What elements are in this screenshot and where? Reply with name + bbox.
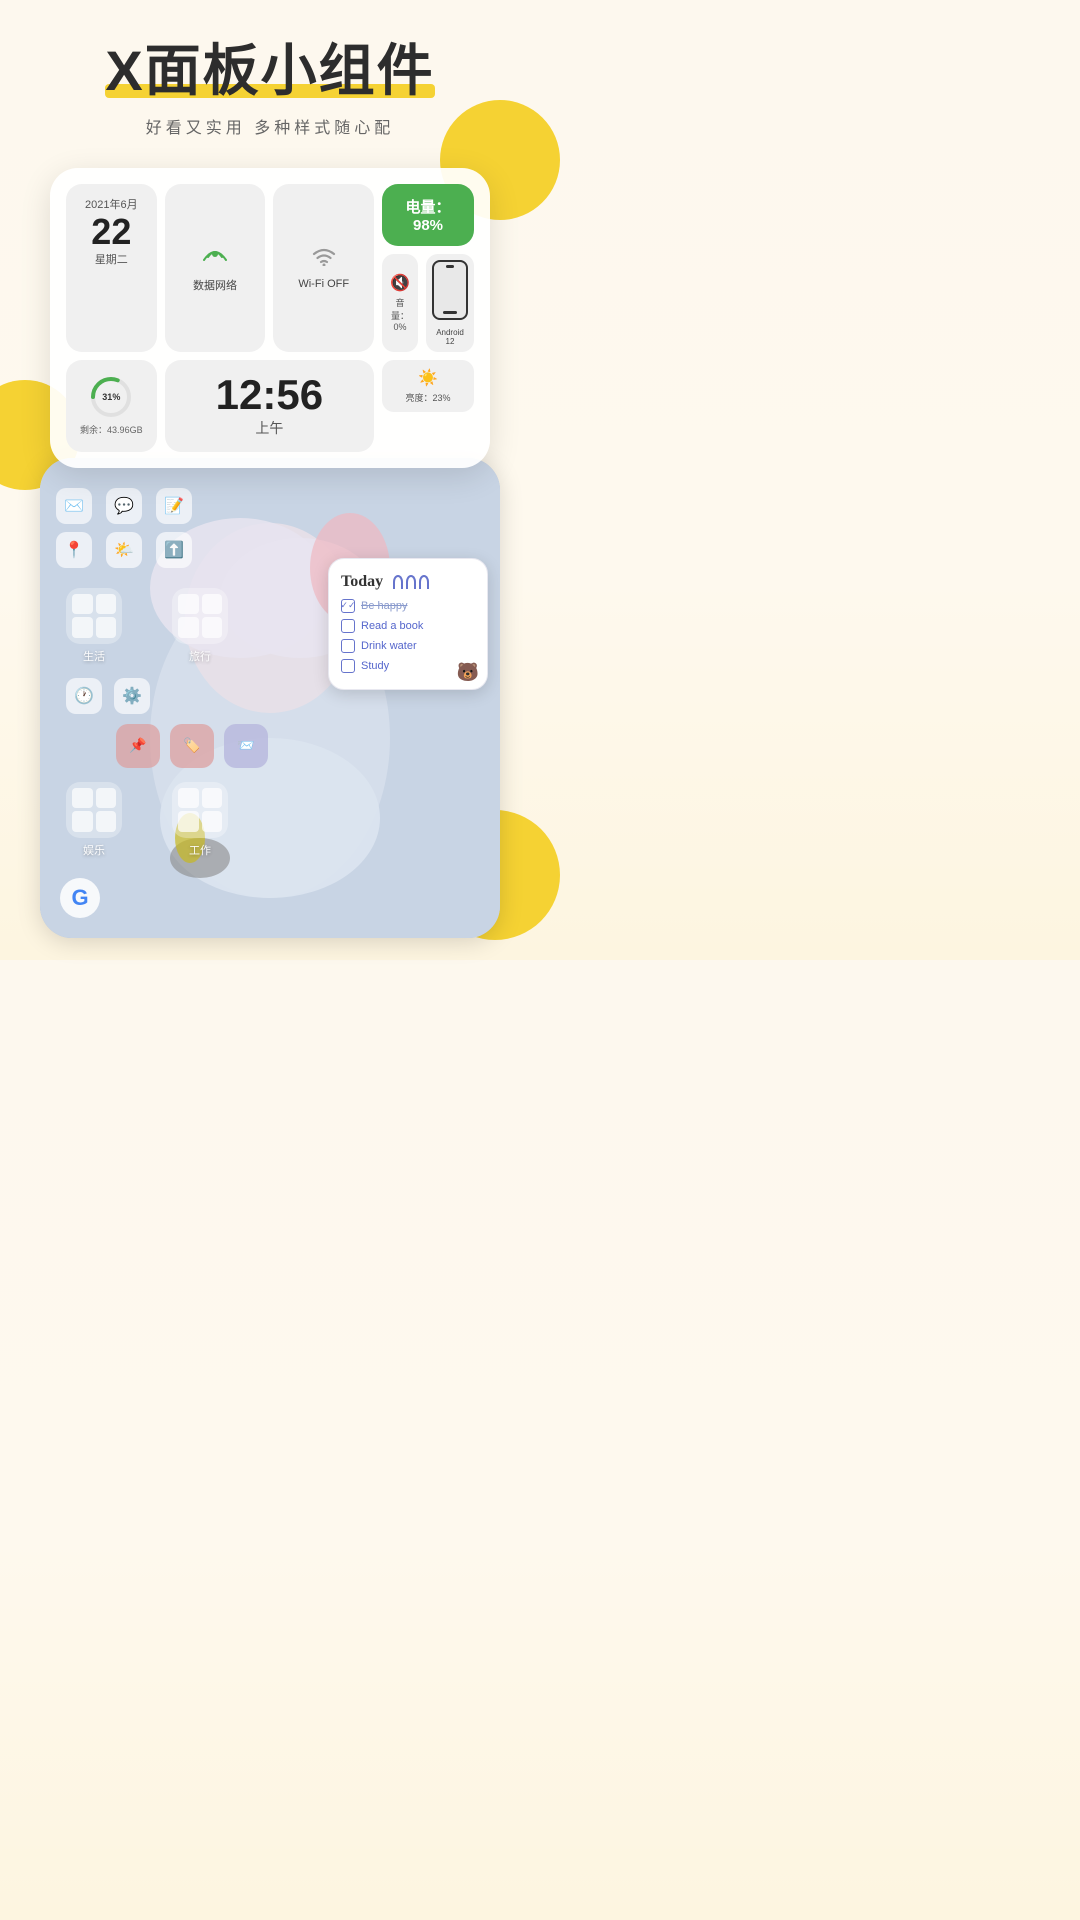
folder-work-icon3 bbox=[178, 811, 199, 832]
app-icon-note[interactable]: 📝 bbox=[156, 488, 192, 524]
todo-title: Today bbox=[341, 573, 383, 591]
signal-icon bbox=[202, 243, 228, 271]
todo-item-4[interactable]: Study bbox=[341, 659, 475, 673]
google-button[interactable]: G bbox=[60, 878, 100, 918]
google-icon: G bbox=[60, 878, 100, 918]
brightness-col: ☀️ 亮度：23% bbox=[382, 360, 474, 452]
todo-text-1: Be happy bbox=[361, 600, 407, 612]
folder-travel-icon2 bbox=[202, 594, 223, 615]
storage-remaining: 剩余：43.96GB bbox=[80, 423, 143, 436]
folder-ent-icon3 bbox=[72, 811, 93, 832]
clock-cell: 12:56 上午 bbox=[165, 360, 374, 452]
folder-travel[interactable]: 旅行 bbox=[172, 588, 228, 664]
folder-work-icon4 bbox=[202, 811, 223, 832]
app-icon-location[interactable]: 📍 bbox=[56, 532, 92, 568]
phone-display-icon bbox=[432, 260, 468, 320]
todo-bear-icon: 🐻 bbox=[457, 662, 479, 683]
todo-widget: Today ✓ Be happy Read a book bbox=[328, 558, 488, 690]
app-icon-clock[interactable]: 🕐 bbox=[66, 678, 102, 714]
spiral-1 bbox=[393, 575, 403, 589]
todo-check-4 bbox=[341, 659, 355, 673]
wifi-icon bbox=[311, 246, 337, 272]
date-cell: 2021年6月 22 星期二 bbox=[66, 184, 157, 352]
volume-cell[interactable]: 🔇 音量：0% bbox=[382, 254, 418, 352]
volume-icon: 🔇 bbox=[390, 273, 410, 293]
folder-life-icon2 bbox=[96, 594, 117, 615]
storage-percent: 31% bbox=[102, 392, 120, 402]
phone-area: 2021年6月 22 星期二 数据网络 bbox=[30, 168, 510, 938]
battery-text: 电量：98% bbox=[396, 196, 460, 234]
todo-header: Today bbox=[341, 573, 475, 591]
todo-check-1: ✓ bbox=[341, 599, 355, 613]
todo-item-2[interactable]: Read a book bbox=[341, 619, 475, 633]
folder-entertainment-label: 娱乐 bbox=[83, 842, 105, 858]
folder-work-label: 工作 bbox=[189, 842, 211, 858]
folder-travel-icon4 bbox=[202, 617, 223, 638]
storage-cell: 31% 剩余：43.96GB bbox=[66, 360, 157, 452]
spiral-2 bbox=[406, 575, 416, 589]
page-title: X面板小组件 bbox=[105, 40, 434, 102]
todo-spirals bbox=[393, 575, 429, 589]
spiral-3 bbox=[419, 575, 429, 589]
folder-travel-icon3 bbox=[178, 617, 199, 638]
todo-item-3[interactable]: Drink water bbox=[341, 639, 475, 653]
folder-travel-label: 旅行 bbox=[189, 648, 211, 664]
day: 22 bbox=[76, 212, 147, 252]
widget-card: 2021年6月 22 星期二 数据网络 bbox=[50, 168, 490, 468]
brightness-label: 亮度：23% bbox=[406, 391, 451, 404]
android-label: Android 12 bbox=[432, 328, 468, 346]
folder-life-icon1 bbox=[72, 594, 93, 615]
weekday: 星期二 bbox=[76, 251, 147, 267]
header: X面板小组件 好看又实用 多种样式随心配 bbox=[0, 0, 540, 148]
folder-life[interactable]: 生活 bbox=[66, 588, 122, 664]
folder-life-label: 生活 bbox=[83, 648, 105, 664]
app-icon-upload[interactable]: ⬆️ bbox=[156, 532, 192, 568]
todo-check-2 bbox=[341, 619, 355, 633]
folder-work[interactable]: 工作 bbox=[172, 782, 228, 858]
storage-ring: 31% bbox=[89, 375, 133, 419]
top-icon-row: ✉️ 💬 📝 bbox=[56, 488, 484, 524]
app-icon-message[interactable]: 💬 bbox=[106, 488, 142, 524]
folder-work-icon1 bbox=[178, 788, 199, 809]
folder-life-icon3 bbox=[72, 617, 93, 638]
wifi-label: Wi-Fi OFF bbox=[298, 278, 349, 290]
todo-text-2: Read a book bbox=[361, 620, 423, 632]
todo-text-4: Study bbox=[361, 660, 389, 672]
folder-entertainment[interactable]: 娱乐 bbox=[66, 782, 122, 858]
right-cells: 电量：98% 🔇 音量：0% Android 12 bbox=[382, 184, 474, 352]
data-network-cell[interactable]: 数据网络 bbox=[165, 184, 266, 352]
phone-display-cell: Android 12 bbox=[426, 254, 474, 352]
folder-ent-icon1 bbox=[72, 788, 93, 809]
screen-content: ✉️ 💬 📝 📍 🌤️ ⬆️ 生活 bbox=[40, 458, 500, 938]
volume-label: 音量：0% bbox=[390, 296, 410, 332]
todo-check-3 bbox=[341, 639, 355, 653]
app-icon-special[interactable]: 📌 bbox=[116, 724, 160, 768]
page-subtitle: 好看又实用 多种样式随心配 bbox=[0, 114, 540, 138]
google-letter: G bbox=[71, 885, 88, 911]
data-network-label: 数据网络 bbox=[193, 277, 237, 293]
brightness-cell[interactable]: ☀️ 亮度：23% bbox=[382, 360, 474, 412]
folder-ent-icon2 bbox=[96, 788, 117, 809]
year-month: 2021年6月 bbox=[76, 196, 147, 212]
todo-item-1[interactable]: ✓ Be happy bbox=[341, 599, 475, 613]
pink-folder-row: 📌 🏷️ 📨 bbox=[116, 724, 484, 768]
folder-ent-icon4 bbox=[96, 811, 117, 832]
folder-life-icon4 bbox=[96, 617, 117, 638]
clock-ampm: 上午 bbox=[255, 418, 283, 438]
folder-work-icon2 bbox=[202, 788, 223, 809]
app-icon-special3[interactable]: 📨 bbox=[224, 724, 268, 768]
app-icon-settings[interactable]: ⚙️ bbox=[114, 678, 150, 714]
app-icon-special2[interactable]: 🏷️ bbox=[170, 724, 214, 768]
wifi-cell[interactable]: Wi-Fi OFF bbox=[273, 184, 374, 352]
phone-screen: ✉️ 💬 📝 📍 🌤️ ⬆️ 生活 bbox=[40, 458, 500, 938]
battery-cell[interactable]: 电量：98% bbox=[382, 184, 474, 246]
app-icon-weather[interactable]: 🌤️ bbox=[106, 532, 142, 568]
folder-row-2: 娱乐 工作 bbox=[66, 782, 484, 858]
app-icon-mail[interactable]: ✉️ bbox=[56, 488, 92, 524]
todo-text-3: Drink water bbox=[361, 640, 417, 652]
folder-travel-icon1 bbox=[178, 594, 199, 615]
clock-time: 12:56 bbox=[216, 374, 323, 416]
brightness-icon: ☀️ bbox=[418, 368, 438, 388]
